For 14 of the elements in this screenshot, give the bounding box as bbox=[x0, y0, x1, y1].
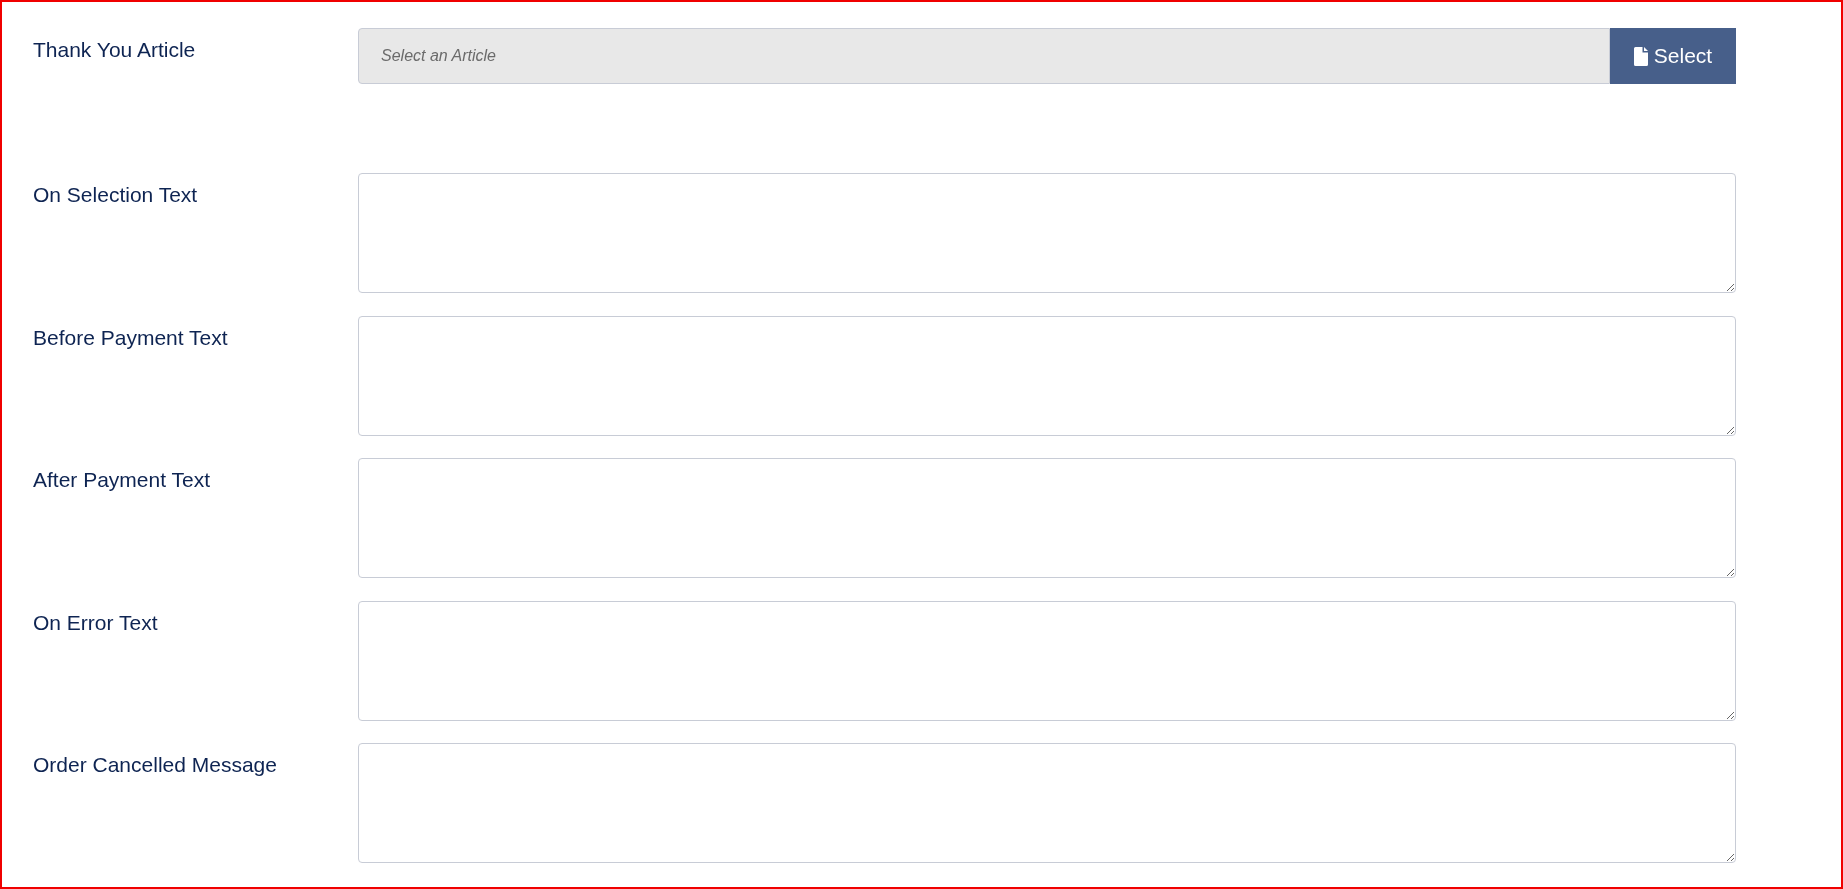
article-select-field[interactable]: Select an Article bbox=[358, 28, 1610, 84]
field-label: On Error Text bbox=[33, 610, 158, 634]
field-label: On Selection Text bbox=[33, 183, 198, 206]
field-label: After Payment Text bbox=[33, 468, 211, 491]
text-area[interactable] bbox=[358, 315, 1736, 436]
text-area[interactable] bbox=[358, 743, 1736, 863]
text-area[interactable] bbox=[358, 458, 1736, 578]
field-label: Thank You Article bbox=[33, 38, 196, 61]
field-label: Order Cancelled Message bbox=[33, 753, 277, 776]
text-area[interactable] bbox=[358, 173, 1736, 293]
text-area[interactable] bbox=[358, 600, 1736, 721]
field-label: Before Payment Text bbox=[33, 325, 228, 349]
select-button[interactable]: Select bbox=[1610, 28, 1736, 84]
file-icon bbox=[1633, 46, 1648, 66]
